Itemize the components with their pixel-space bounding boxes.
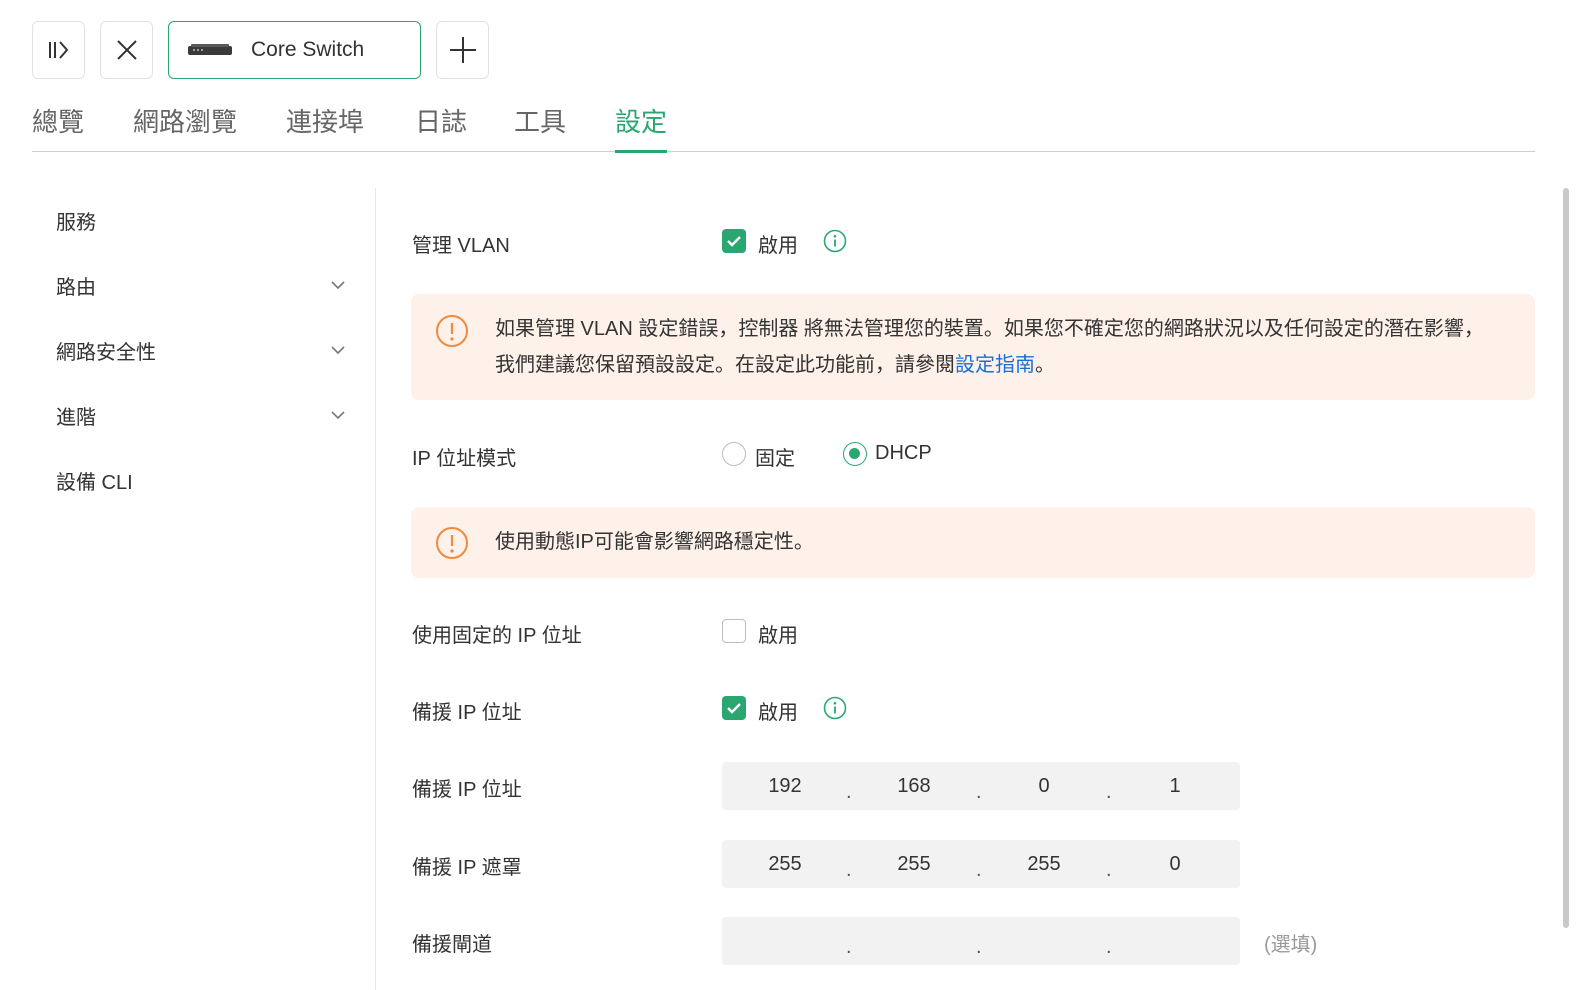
ip-mode-static-radio[interactable] — [722, 442, 746, 466]
collapse-panel-button[interactable] — [32, 21, 85, 79]
fallback-mask-octet-2[interactable]: 255 — [864, 840, 964, 888]
collapse-panel-icon — [48, 41, 68, 59]
ip-mode-dhcp-radio[interactable] — [843, 442, 867, 466]
close-icon — [116, 40, 137, 60]
octet-separator: . — [1106, 781, 1112, 803]
octet-separator: . — [976, 936, 982, 958]
tab-logs[interactable]: 日誌 — [415, 98, 467, 152]
fallback-ip-checkbox[interactable] — [722, 696, 746, 720]
tab-network-browse[interactable]: 網路瀏覽 — [133, 98, 237, 152]
ip-mode-static-label: 固定 — [755, 448, 795, 470]
sidebar-item-services[interactable]: 服務 — [56, 200, 346, 240]
octet-separator: . — [976, 859, 982, 881]
warning-line-1: 如果管理 VLAN 設定錯誤，控制器 將無法管理您的裝置。如果您不確定您的網路狀… — [495, 318, 1484, 340]
settings-guide-link[interactable]: 設定指南 — [955, 354, 1035, 376]
fallback-ip-enable-text: 啟用 — [758, 702, 798, 724]
device-tab-label: Core Switch — [251, 38, 365, 61]
octet-separator: . — [846, 936, 852, 958]
sidebar-item-advanced[interactable]: 進階 — [56, 395, 346, 435]
warning-line-2: 我們建議您保留預設設定。在設定此功能前，請參閱設定指南。 — [495, 347, 1515, 383]
fallback-mask-input: 255 . 255 . 255 . 0 — [722, 840, 1240, 888]
fallback-gateway-octet-2[interactable] — [864, 917, 964, 965]
octet-separator: . — [846, 859, 852, 881]
chevron-down-icon — [331, 411, 345, 420]
octet-separator: . — [1106, 936, 1112, 958]
plus-icon — [449, 37, 476, 63]
sidebar-item-label: 網路安全性 — [56, 341, 156, 364]
ip-mode-dhcp-label: DHCP — [875, 442, 932, 464]
warning-icon — [436, 527, 468, 559]
info-icon[interactable] — [823, 696, 847, 720]
fallback-ip-octet-2[interactable]: 168 — [864, 762, 964, 810]
chevron-down-icon — [331, 346, 345, 355]
checkmark-icon — [727, 703, 741, 714]
fallback-ip-octet-3[interactable]: 0 — [994, 762, 1094, 810]
tab-tools[interactable]: 工具 — [514, 98, 566, 152]
fallback-mask-label: 備援 IP 遮罩 — [412, 857, 522, 879]
close-button[interactable] — [100, 21, 153, 79]
mgmt-vlan-label: 管理 VLAN — [412, 235, 510, 257]
fallback-ip-octet-4[interactable]: 1 — [1125, 762, 1225, 810]
ip-mode-label: IP 位址模式 — [412, 448, 517, 470]
sidebar-item-label: 服務 — [56, 211, 96, 234]
fallback-ip-octet-1[interactable]: 192 — [735, 762, 835, 810]
sidebar-item-label: 進階 — [56, 406, 96, 429]
octet-separator: . — [976, 781, 982, 803]
info-icon[interactable] — [823, 229, 847, 253]
fixed-ip-checkbox[interactable] — [722, 619, 746, 643]
mgmt-vlan-checkbox[interactable] — [722, 229, 746, 253]
sidebar-item-device-cli[interactable]: 設備 CLI — [56, 460, 346, 500]
mgmt-vlan-warning: 如果管理 VLAN 設定錯誤，控制器 將無法管理您的裝置。如果您不確定您的網路狀… — [411, 294, 1535, 400]
sidebar-item-routing[interactable]: 路由 — [56, 265, 346, 305]
switch-device-icon — [188, 44, 232, 55]
octet-separator: . — [846, 781, 852, 803]
fallback-mask-octet-3[interactable]: 255 — [994, 840, 1094, 888]
chevron-down-icon — [331, 281, 345, 290]
main-tabs: 總覽 網路瀏覽 連接埠 日誌 工具 設定 — [32, 98, 1535, 153]
settings-sidebar: 服務 路由 網路安全性 進階 設備 CLI — [0, 188, 376, 990]
tab-ports[interactable]: 連接埠 — [286, 98, 364, 152]
fallback-ip-label: 備援 IP 位址 — [412, 779, 522, 801]
sidebar-item-label: 路由 — [56, 276, 96, 299]
vertical-scrollbar[interactable] — [1563, 188, 1569, 928]
device-tab[interactable]: Core Switch — [168, 21, 421, 79]
dhcp-warning: 使用動態IP可能會影響網路穩定性。 — [411, 507, 1535, 578]
warning-line-2-text: 我們建議您保留預設設定。在設定此功能前，請參閱 — [495, 354, 955, 376]
settings-content: 管理 VLAN 啟用 如果管理 VLAN 設定錯誤，控制器 將無法管理您的裝置。… — [376, 188, 1590, 990]
fallback-mask-octet-1[interactable]: 255 — [735, 840, 835, 888]
tab-settings[interactable]: 設定 — [615, 98, 668, 153]
warning-message: 使用動態IP可能會影響網路穩定性。 — [495, 531, 814, 553]
optional-hint: (選填) — [1264, 934, 1318, 956]
tab-overview[interactable]: 總覽 — [32, 98, 84, 152]
warning-message: 如果管理 VLAN 設定錯誤，控制器 將無法管理您的裝置。如果您不確定您的網路狀… — [495, 311, 1515, 383]
warning-icon — [436, 315, 468, 347]
fallback-mask-octet-4[interactable]: 0 — [1125, 840, 1225, 888]
checkmark-icon — [727, 236, 741, 247]
fallback-gateway-octet-3[interactable] — [994, 917, 1094, 965]
fixed-ip-enable-label: 啟用 — [758, 625, 798, 647]
top-toolbar: Core Switch — [0, 0, 1590, 90]
fallback-gateway-input: . . . — [722, 917, 1240, 965]
sidebar-item-network-security[interactable]: 網路安全性 — [56, 330, 346, 370]
fallback-ip-enable-label: 備援 IP 位址 — [412, 702, 522, 724]
warning-line-2-end: 。 — [1035, 354, 1055, 376]
fallback-ip-input: 192 . 168 . 0 . 1 — [722, 762, 1240, 810]
add-tab-button[interactable] — [436, 21, 489, 79]
mgmt-vlan-enable-label: 啟用 — [758, 235, 798, 257]
fixed-ip-label: 使用固定的 IP 位址 — [412, 625, 582, 647]
fallback-gateway-octet-4[interactable] — [1125, 917, 1225, 965]
fallback-gateway-octet-1[interactable] — [735, 917, 835, 965]
octet-separator: . — [1106, 859, 1112, 881]
fallback-gateway-label: 備援閘道 — [412, 934, 492, 956]
sidebar-item-label: 設備 CLI — [56, 471, 133, 494]
